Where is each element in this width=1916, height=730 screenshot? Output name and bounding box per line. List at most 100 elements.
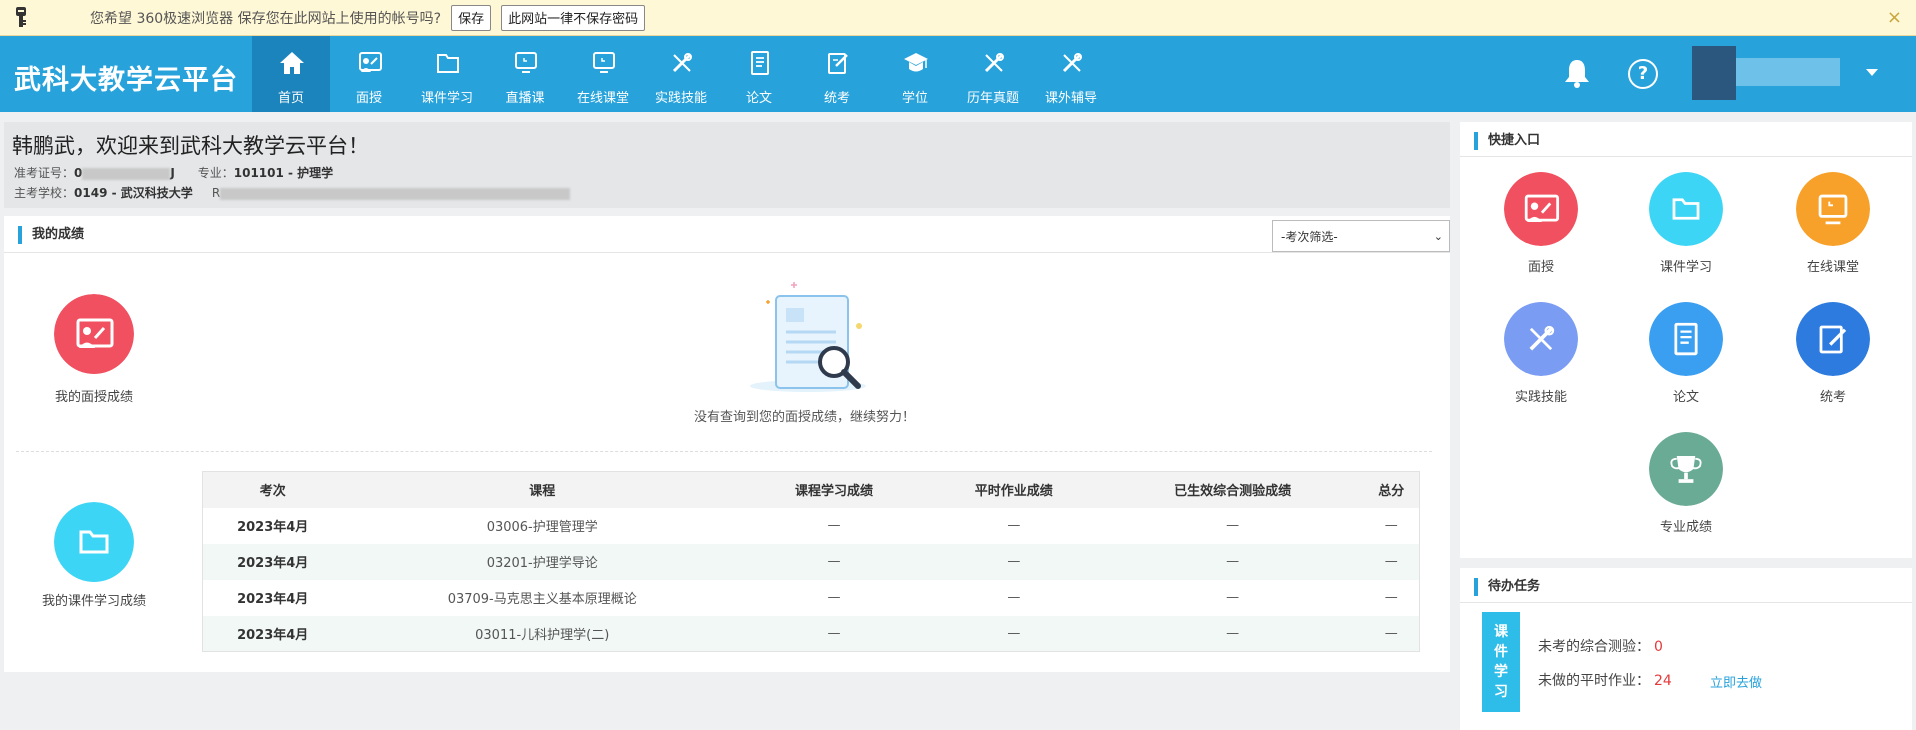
total-score-cell: —	[1384, 518, 1398, 533]
quick-entry-panel: 快捷入口 面授 课件学习 在线课堂 实践技能 论文 统考 专业成绩	[1460, 122, 1912, 558]
empty-search-illustration	[750, 282, 866, 392]
quick-entry-label[interactable]: 在线课堂	[1773, 256, 1893, 275]
trophy-icon[interactable]	[1649, 432, 1723, 506]
nav-degree[interactable]: 学位	[876, 36, 954, 112]
graduation-cap-icon	[904, 53, 928, 72]
nav-label: 实践技能	[654, 91, 707, 106]
exam-date-cell: 2023年4月	[202, 615, 343, 652]
edit-icon[interactable]	[1796, 302, 1870, 376]
folder-icon[interactable]	[1649, 172, 1723, 246]
my-scores-panel: 我的成绩 -考次筛选- ⌄ 我的面授成绩 没有查询到您的面授成绩，继续努力！ 我…	[4, 216, 1450, 672]
major-value: 101101 - 护理学	[233, 166, 334, 180]
column-header: 已生效综合测验成绩	[1101, 471, 1364, 508]
table-header-row: 考次 课程 课程学习成绩 平时作业成绩 已生效综合测验成绩 总分	[202, 471, 1420, 508]
table-row: 2023年4月 03201-护理学导论 — — — —	[202, 543, 1420, 580]
teacher-board-icon[interactable]	[54, 294, 134, 374]
password-save-message: 您希望 360极速浏览器 保存您在此网站上使用的帐号吗?	[90, 10, 442, 27]
avatar[interactable]	[1692, 46, 1840, 100]
quiz-score-cell: —	[1101, 615, 1364, 652]
password-save-bar: 您希望 360极速浏览器 保存您在此网站上使用的帐号吗? 保存 此网站一律不保存…	[0, 0, 1916, 36]
student-info-line: 准考证号：0 J 专业：101101 - 护理学	[14, 164, 333, 181]
tools-icon	[1062, 53, 1082, 73]
quiz-score-cell: —	[1226, 590, 1240, 605]
nav-unified-exam[interactable]: 统考	[798, 36, 876, 112]
nav-past-exams[interactable]: 历年真题	[954, 36, 1032, 112]
school-label: 主考学校：	[14, 186, 75, 200]
brand-title[interactable]: 武科大教学云平台	[14, 58, 238, 97]
column-header: 考次	[202, 471, 343, 508]
quick-entry-label[interactable]: 实践技能	[1481, 386, 1601, 405]
welcome-title: 韩鹏武，欢迎来到武科大教学云平台！	[12, 134, 369, 158]
courseware-tag[interactable]: 课 件 学 习	[1482, 612, 1520, 712]
pending-homework-label: 未做的平时作业：	[1538, 673, 1650, 689]
todo-tasks-panel: 待办任务 课 件 学 习 未考的综合测验： 0 未做的平时作业： 24 立即去做	[1460, 568, 1912, 730]
quiz-score-cell: —	[1101, 543, 1364, 580]
study-score-cell: —	[827, 518, 841, 533]
monitor-icon[interactable]	[1796, 172, 1870, 246]
nav-live[interactable]: 直播课	[486, 36, 564, 112]
nav-label: 面授	[355, 91, 382, 106]
section-title: 待办任务	[1474, 578, 1540, 596]
close-icon[interactable]: ×	[1887, 7, 1902, 28]
nav-tutoring[interactable]: 课外辅导	[1032, 36, 1110, 112]
quick-entry-label[interactable]: 课件学习	[1626, 256, 1746, 275]
study-score-cell: —	[742, 615, 926, 652]
course-score-label[interactable]: 我的课件学习成绩	[26, 590, 162, 609]
quick-entry-label[interactable]: 论文	[1626, 386, 1746, 405]
exam-date-cell: 2023年4月	[202, 543, 343, 580]
teacher-board-icon[interactable]	[1504, 172, 1578, 246]
chevron-down-icon[interactable]	[1866, 69, 1878, 76]
homework-score-cell: —	[925, 615, 1102, 652]
nav-home[interactable]: 首页	[252, 36, 330, 112]
bell-icon[interactable]	[1563, 58, 1591, 88]
home-icon	[280, 52, 304, 74]
tools-icon[interactable]	[1504, 302, 1578, 376]
column-header: 平时作业成绩	[925, 471, 1102, 508]
total-score-cell: —	[1363, 543, 1420, 580]
nav-label: 课件学习	[420, 91, 473, 106]
welcome-panel: 韩鹏武，欢迎来到武科大教学云平台！ 准考证号：0 J 专业：101101 - 护理…	[4, 122, 1450, 208]
folder-icon[interactable]	[54, 502, 134, 582]
face-score-label[interactable]: 我的面授成绩	[34, 386, 154, 405]
nav-courseware[interactable]: 课件学习	[408, 36, 486, 112]
pending-quiz-label: 未考的综合测验：	[1538, 639, 1650, 655]
chevron-down-icon: ⌄	[1433, 230, 1443, 243]
column-header: 课程学习成绩	[742, 471, 926, 508]
nav-online-class[interactable]: 在线课堂	[564, 36, 642, 112]
study-score-cell: —	[742, 543, 926, 580]
course-cell: 03011-儿科护理学(二)	[342, 615, 743, 652]
course-cell: 03006-护理管理学	[486, 520, 598, 535]
exam-filter-select[interactable]: -考次筛选- ⌄	[1272, 220, 1450, 252]
exam-number-label: 准考证号：	[14, 166, 75, 180]
help-icon[interactable]: ?	[1628, 59, 1658, 89]
exam-number-start: 0	[74, 166, 83, 180]
never-save-password-button[interactable]: 此网站一律不保存密码	[501, 4, 646, 31]
major-label: 专业：	[197, 166, 234, 180]
table-row: 2023年4月 03006-护理管理学 — — — —	[203, 508, 1420, 544]
tools-icon	[984, 53, 1004, 73]
nav-thesis[interactable]: 论文	[720, 36, 798, 112]
nav-label: 论文	[745, 91, 772, 106]
nav-practice[interactable]: 实践技能	[642, 36, 720, 112]
homework-score-cell: —	[1007, 518, 1021, 533]
course-cell: 03201-护理学导论	[342, 543, 743, 580]
do-now-link[interactable]: 立即去做	[1710, 672, 1762, 691]
document-icon[interactable]	[1649, 302, 1723, 376]
quick-entry-label[interactable]: 专业成绩	[1626, 516, 1746, 535]
exam-date-cell: 2023年4月	[237, 592, 309, 607]
tag-char: 件	[1494, 644, 1508, 660]
save-password-button[interactable]: 保存	[451, 4, 492, 31]
edit-icon	[828, 53, 848, 74]
school-info-line: 主考学校：0149 - 武汉科技大学 R	[14, 184, 571, 201]
quick-entry-label[interactable]: 统考	[1773, 386, 1893, 405]
table-row: 2023年4月 03011-儿科护理学(二) — — — —	[202, 615, 1420, 652]
homework-score-cell: —	[1007, 590, 1021, 605]
nav-face-teaching[interactable]: 面授	[330, 36, 408, 112]
key-icon	[16, 6, 26, 27]
exam-date-cell: 2023年4月	[237, 520, 309, 535]
column-header: 总分	[1363, 471, 1420, 508]
pending-homework-count: 24	[1654, 673, 1672, 689]
total-score-cell: —	[1363, 615, 1420, 652]
exam-number-end: J	[170, 166, 175, 180]
quick-entry-label[interactable]: 面授	[1481, 256, 1601, 275]
